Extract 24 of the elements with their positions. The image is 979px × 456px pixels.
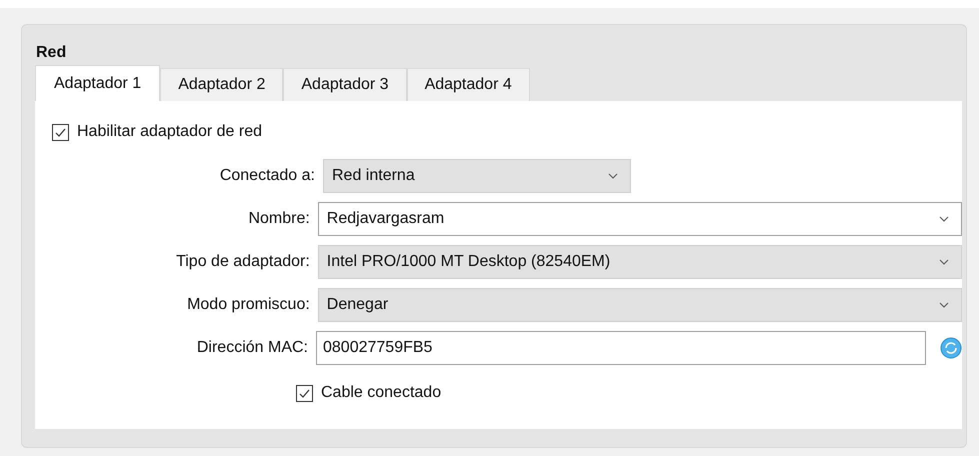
input-field[interactable]: 080027759FB5 — [316, 331, 926, 365]
checkbox-label: Habilitar adaptador de red — [77, 122, 262, 142]
chevron-down-icon — [939, 216, 949, 222]
group-title: Red — [35, 43, 68, 63]
dropdown[interactable]: Denegar — [318, 288, 962, 322]
checkbox-label: Cable conectado — [321, 383, 442, 403]
tab[interactable]: Adaptador 4 — [406, 68, 530, 101]
field-label: Tipo de adaptador: — [175, 252, 311, 272]
field-label: Conectado a: — [218, 166, 316, 186]
field-label: Modo promiscuo: — [186, 295, 311, 315]
checkbox[interactable] — [296, 384, 313, 402]
combo-field[interactable]: Redjavargasram — [318, 202, 962, 236]
chevron-down-icon — [939, 302, 949, 308]
tab[interactable]: Adaptador 1 — [35, 65, 160, 101]
dropdown[interactable]: Intel PRO/1000 MT Desktop (82540EM) — [318, 245, 962, 279]
dropdown[interactable]: Red interna — [323, 159, 631, 193]
field-label: Nombre: — [247, 209, 311, 229]
tab[interactable]: Adaptador 3 — [283, 68, 407, 101]
chevron-down-icon — [939, 259, 949, 265]
refresh-icon[interactable] — [940, 337, 962, 359]
chevron-down-icon — [608, 173, 618, 179]
checkbox[interactable] — [52, 124, 69, 140]
field-label: Dirección MAC: — [196, 338, 309, 358]
tab[interactable]: Adaptador 2 — [160, 68, 284, 101]
